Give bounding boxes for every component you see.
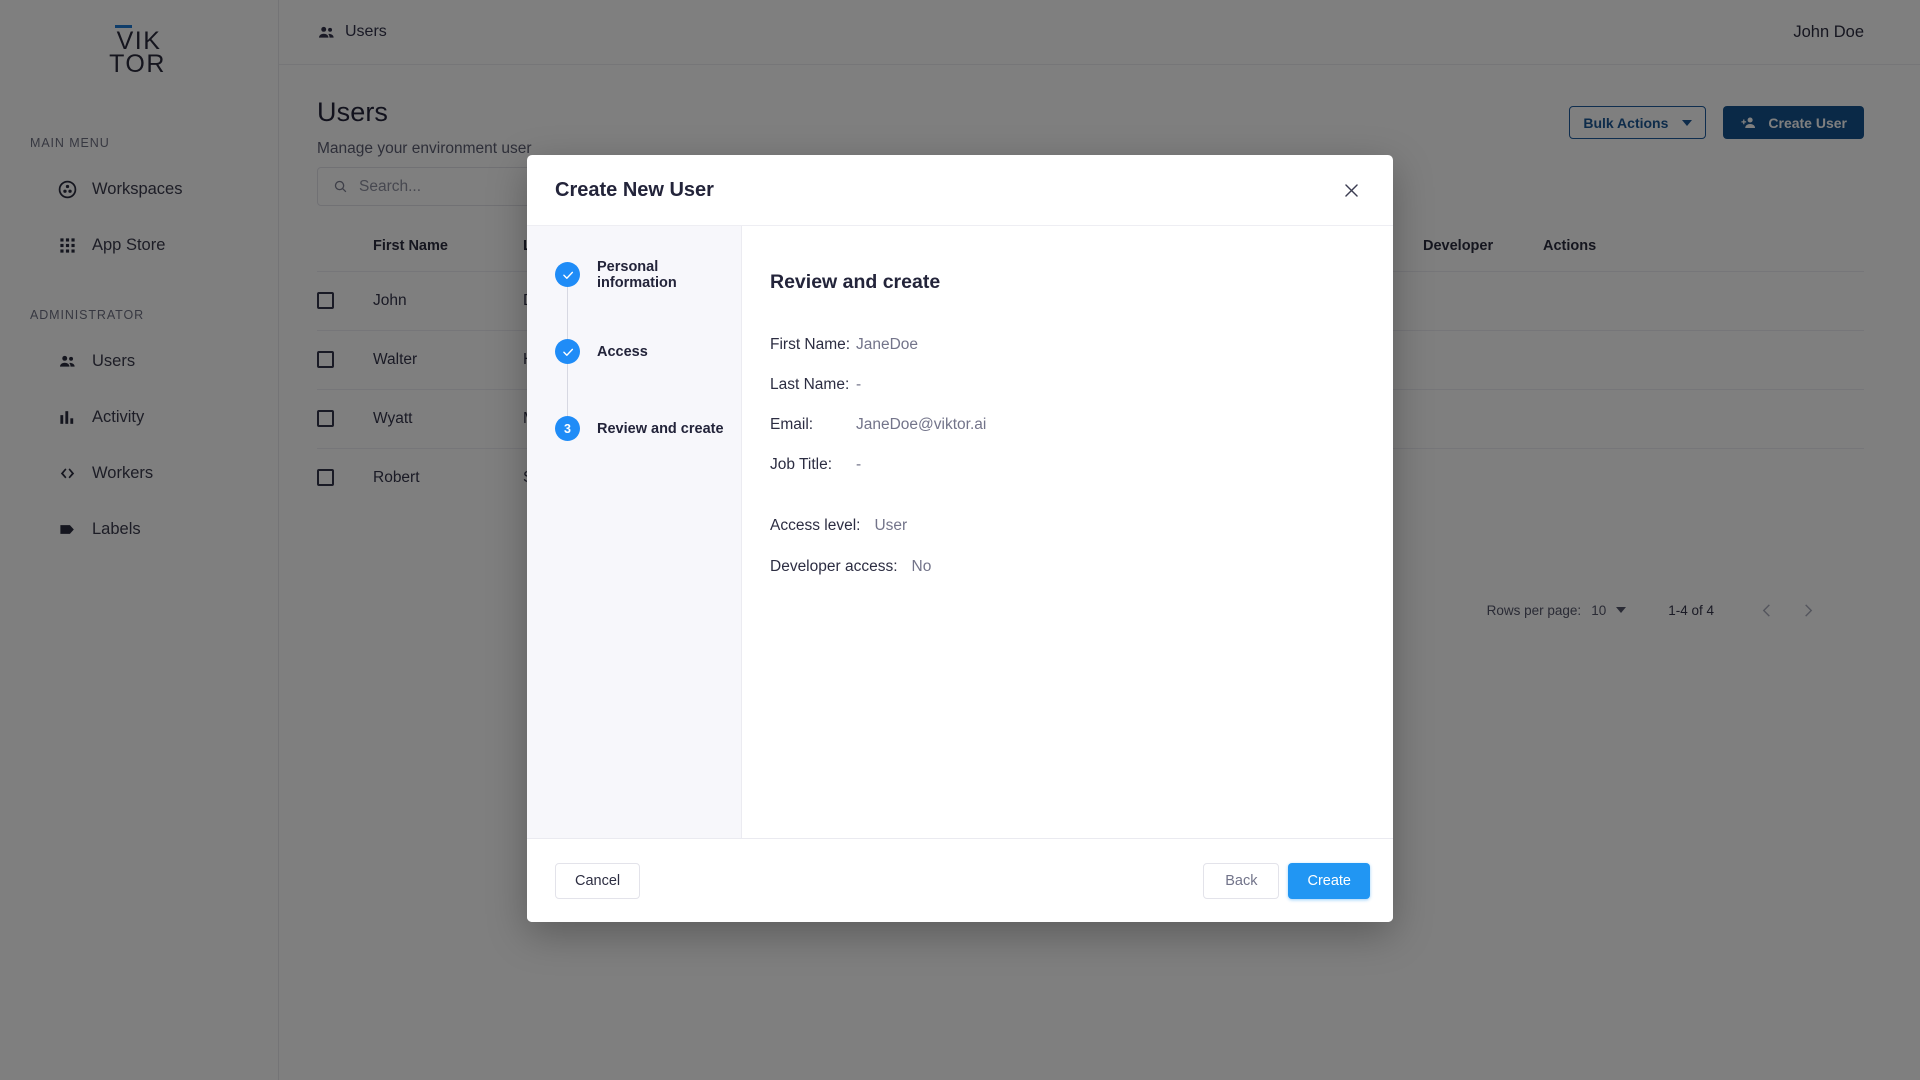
close-x-icon [1344,183,1358,197]
field-value: User [874,517,908,534]
step-personal-information[interactable]: Personal information [555,259,741,291]
modal-footer: Cancel Back Create [527,838,1393,922]
review-panel: Review and create First Name: JaneDoe La… [742,226,1393,838]
create-user-modal: Create New User Personal information Acc… [527,155,1393,922]
field-value: - [856,376,862,393]
step-connector [567,364,568,416]
modal-title: Create New User [555,178,714,201]
step-access[interactable]: Access [555,339,741,364]
access-summary: Access level: User Developer access: No [770,517,1393,576]
summary-row: Last Name: - [770,376,1393,394]
field-label: Job Title: [770,456,833,473]
step-connector [567,287,568,339]
modal-body: Personal information Access 3 Review and… [527,225,1393,838]
field-value: - [856,456,862,473]
cancel-button[interactable]: Cancel [555,862,641,899]
step-complete-check-icon [555,262,580,287]
field-value: JaneDoe@viktor.ai [856,416,987,433]
step-label: Personal information [597,258,677,291]
field-value: JaneDoe [856,336,919,353]
close-button[interactable] [1336,175,1366,205]
summary-row: Developer access: No [770,558,1393,576]
summary-row: Email: JaneDoe@viktor.ai [770,416,1393,434]
footer-right-actions: Back Create [1203,862,1370,899]
field-label: Developer access: [770,558,898,575]
step-review-and-create[interactable]: 3 Review and create [555,416,741,441]
field-label: First Name: [770,336,851,353]
wizard-stepper: Personal information Access 3 Review and… [527,226,742,838]
modal-header: Create New User [527,155,1393,225]
review-heading: Review and create [770,271,941,293]
summary-row: Job Title: - [770,456,1393,474]
create-button[interactable]: Create [1288,862,1370,899]
step-number-badge: 3 [555,416,580,441]
step-label: Access [597,343,648,360]
back-button[interactable]: Back [1203,862,1280,899]
field-value: No [911,558,932,575]
field-label: Email: [770,416,814,433]
summary-row: First Name: JaneDoe [770,336,1393,354]
field-label: Access level: [770,517,861,534]
summary-row: Access level: User [770,517,1393,535]
app-root: VIK TOR MAIN MENU Workspaces App Store A… [0,0,1920,1080]
step-label: Review and create [597,420,724,437]
personal-summary: First Name: JaneDoe Last Name: - Email: … [770,336,1393,474]
step-complete-check-icon [555,339,580,364]
field-label: Last Name: [770,376,850,393]
